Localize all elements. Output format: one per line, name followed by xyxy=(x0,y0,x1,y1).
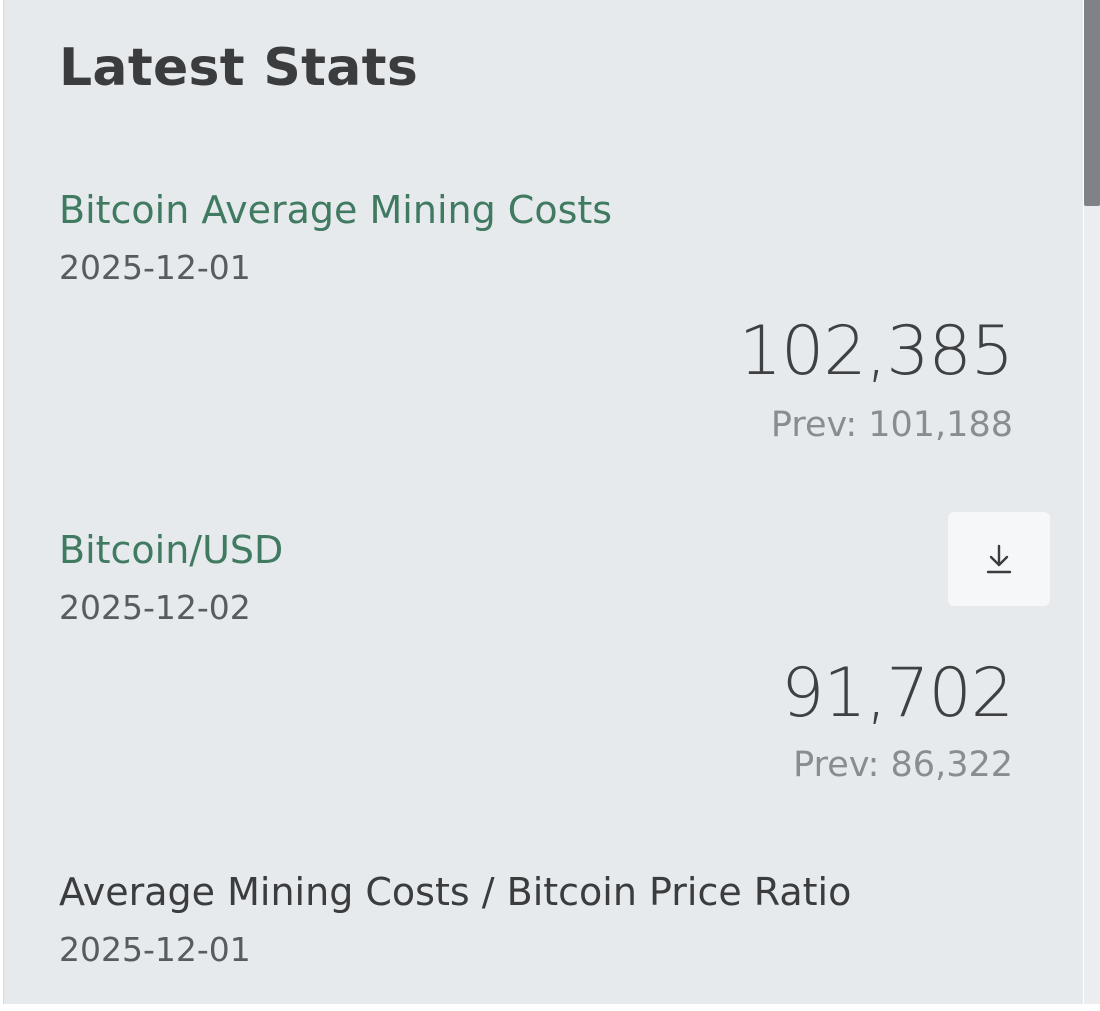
panel-title: Latest Stats xyxy=(59,38,419,98)
stats-card: Latest Stats Bitcoin Average Mining Cost… xyxy=(3,0,1083,1004)
stat-prev-mining-costs: Prev: 101,188 xyxy=(770,405,1013,445)
stat-name-cost-price-ratio[interactable]: Average Mining Costs / Bitcoin Price Rat… xyxy=(59,870,851,914)
stat-value-mining-costs: 102,385 xyxy=(738,312,1014,391)
download-icon xyxy=(986,544,1012,574)
stat-date-bitcoin-usd: 2025-12-02 xyxy=(59,588,251,627)
download-button[interactable] xyxy=(948,512,1050,606)
stat-name-mining-costs[interactable]: Bitcoin Average Mining Costs xyxy=(59,188,612,232)
latest-stats-panel: Latest Stats Bitcoin Average Mining Cost… xyxy=(0,0,1100,1011)
stat-name-bitcoin-usd[interactable]: Bitcoin/USD xyxy=(59,528,283,572)
stat-value-bitcoin-usd: 91,702 xyxy=(781,654,1014,733)
stat-date-mining-costs: 2025-12-01 xyxy=(59,248,251,287)
scrollbar-thumb[interactable] xyxy=(1084,0,1100,206)
stat-date-cost-price-ratio: 2025-12-01 xyxy=(59,930,251,969)
stat-prev-bitcoin-usd: Prev: 86,322 xyxy=(793,745,1013,785)
